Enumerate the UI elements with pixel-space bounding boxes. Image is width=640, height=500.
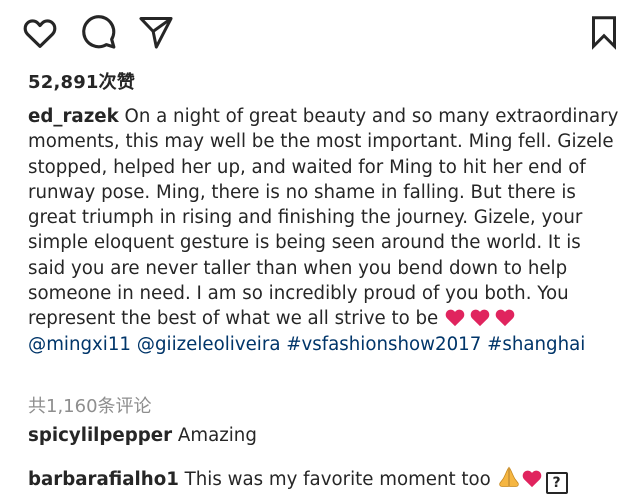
hashtag-link[interactable]: #vsfashionshow2017 [286, 334, 481, 355]
hashtag-link[interactable]: #shanghai [487, 334, 585, 355]
heart-outline-icon [23, 19, 57, 48]
view-all-comments-link[interactable]: 共1,160条评论 [28, 392, 152, 418]
unknown-emoji-box: ? [545, 472, 568, 494]
comment-text: Amazing [172, 425, 257, 446]
red-heart-icon [445, 309, 465, 327]
comment-text: This was my favorite moment too [178, 469, 497, 490]
like-button[interactable] [18, 10, 62, 54]
caption-author[interactable]: ed_razek [28, 106, 119, 127]
post-caption: ed_razek On a night of great beauty and … [28, 104, 620, 357]
red-heart-icon [470, 309, 490, 327]
mention-link[interactable]: @mingxi11 [28, 334, 131, 355]
comment-author[interactable]: barbarafialho1 [28, 469, 179, 490]
comment-item: barbarafialho1 This was my favorite mome… [28, 466, 568, 494]
red-heart-icon [522, 470, 541, 488]
save-button[interactable] [582, 10, 626, 54]
caption-text: On a night of great beauty and so many e… [28, 106, 619, 330]
folded-hands-icon [498, 466, 519, 487]
speech-bubble-icon [82, 15, 116, 49]
red-heart-icon [495, 309, 515, 327]
post-action-bar [0, 0, 640, 64]
comment-author[interactable]: spicylilpepper [28, 425, 172, 446]
like-count[interactable]: 52,891次赞 [28, 68, 135, 94]
bookmark-icon [592, 16, 616, 50]
paper-plane-icon [139, 17, 173, 49]
comment-button[interactable] [76, 10, 120, 54]
comment-item: spicylilpepper Amazing [28, 425, 257, 446]
share-button[interactable] [134, 10, 178, 54]
mention-link[interactable]: @giizeleoliveira [137, 334, 281, 355]
